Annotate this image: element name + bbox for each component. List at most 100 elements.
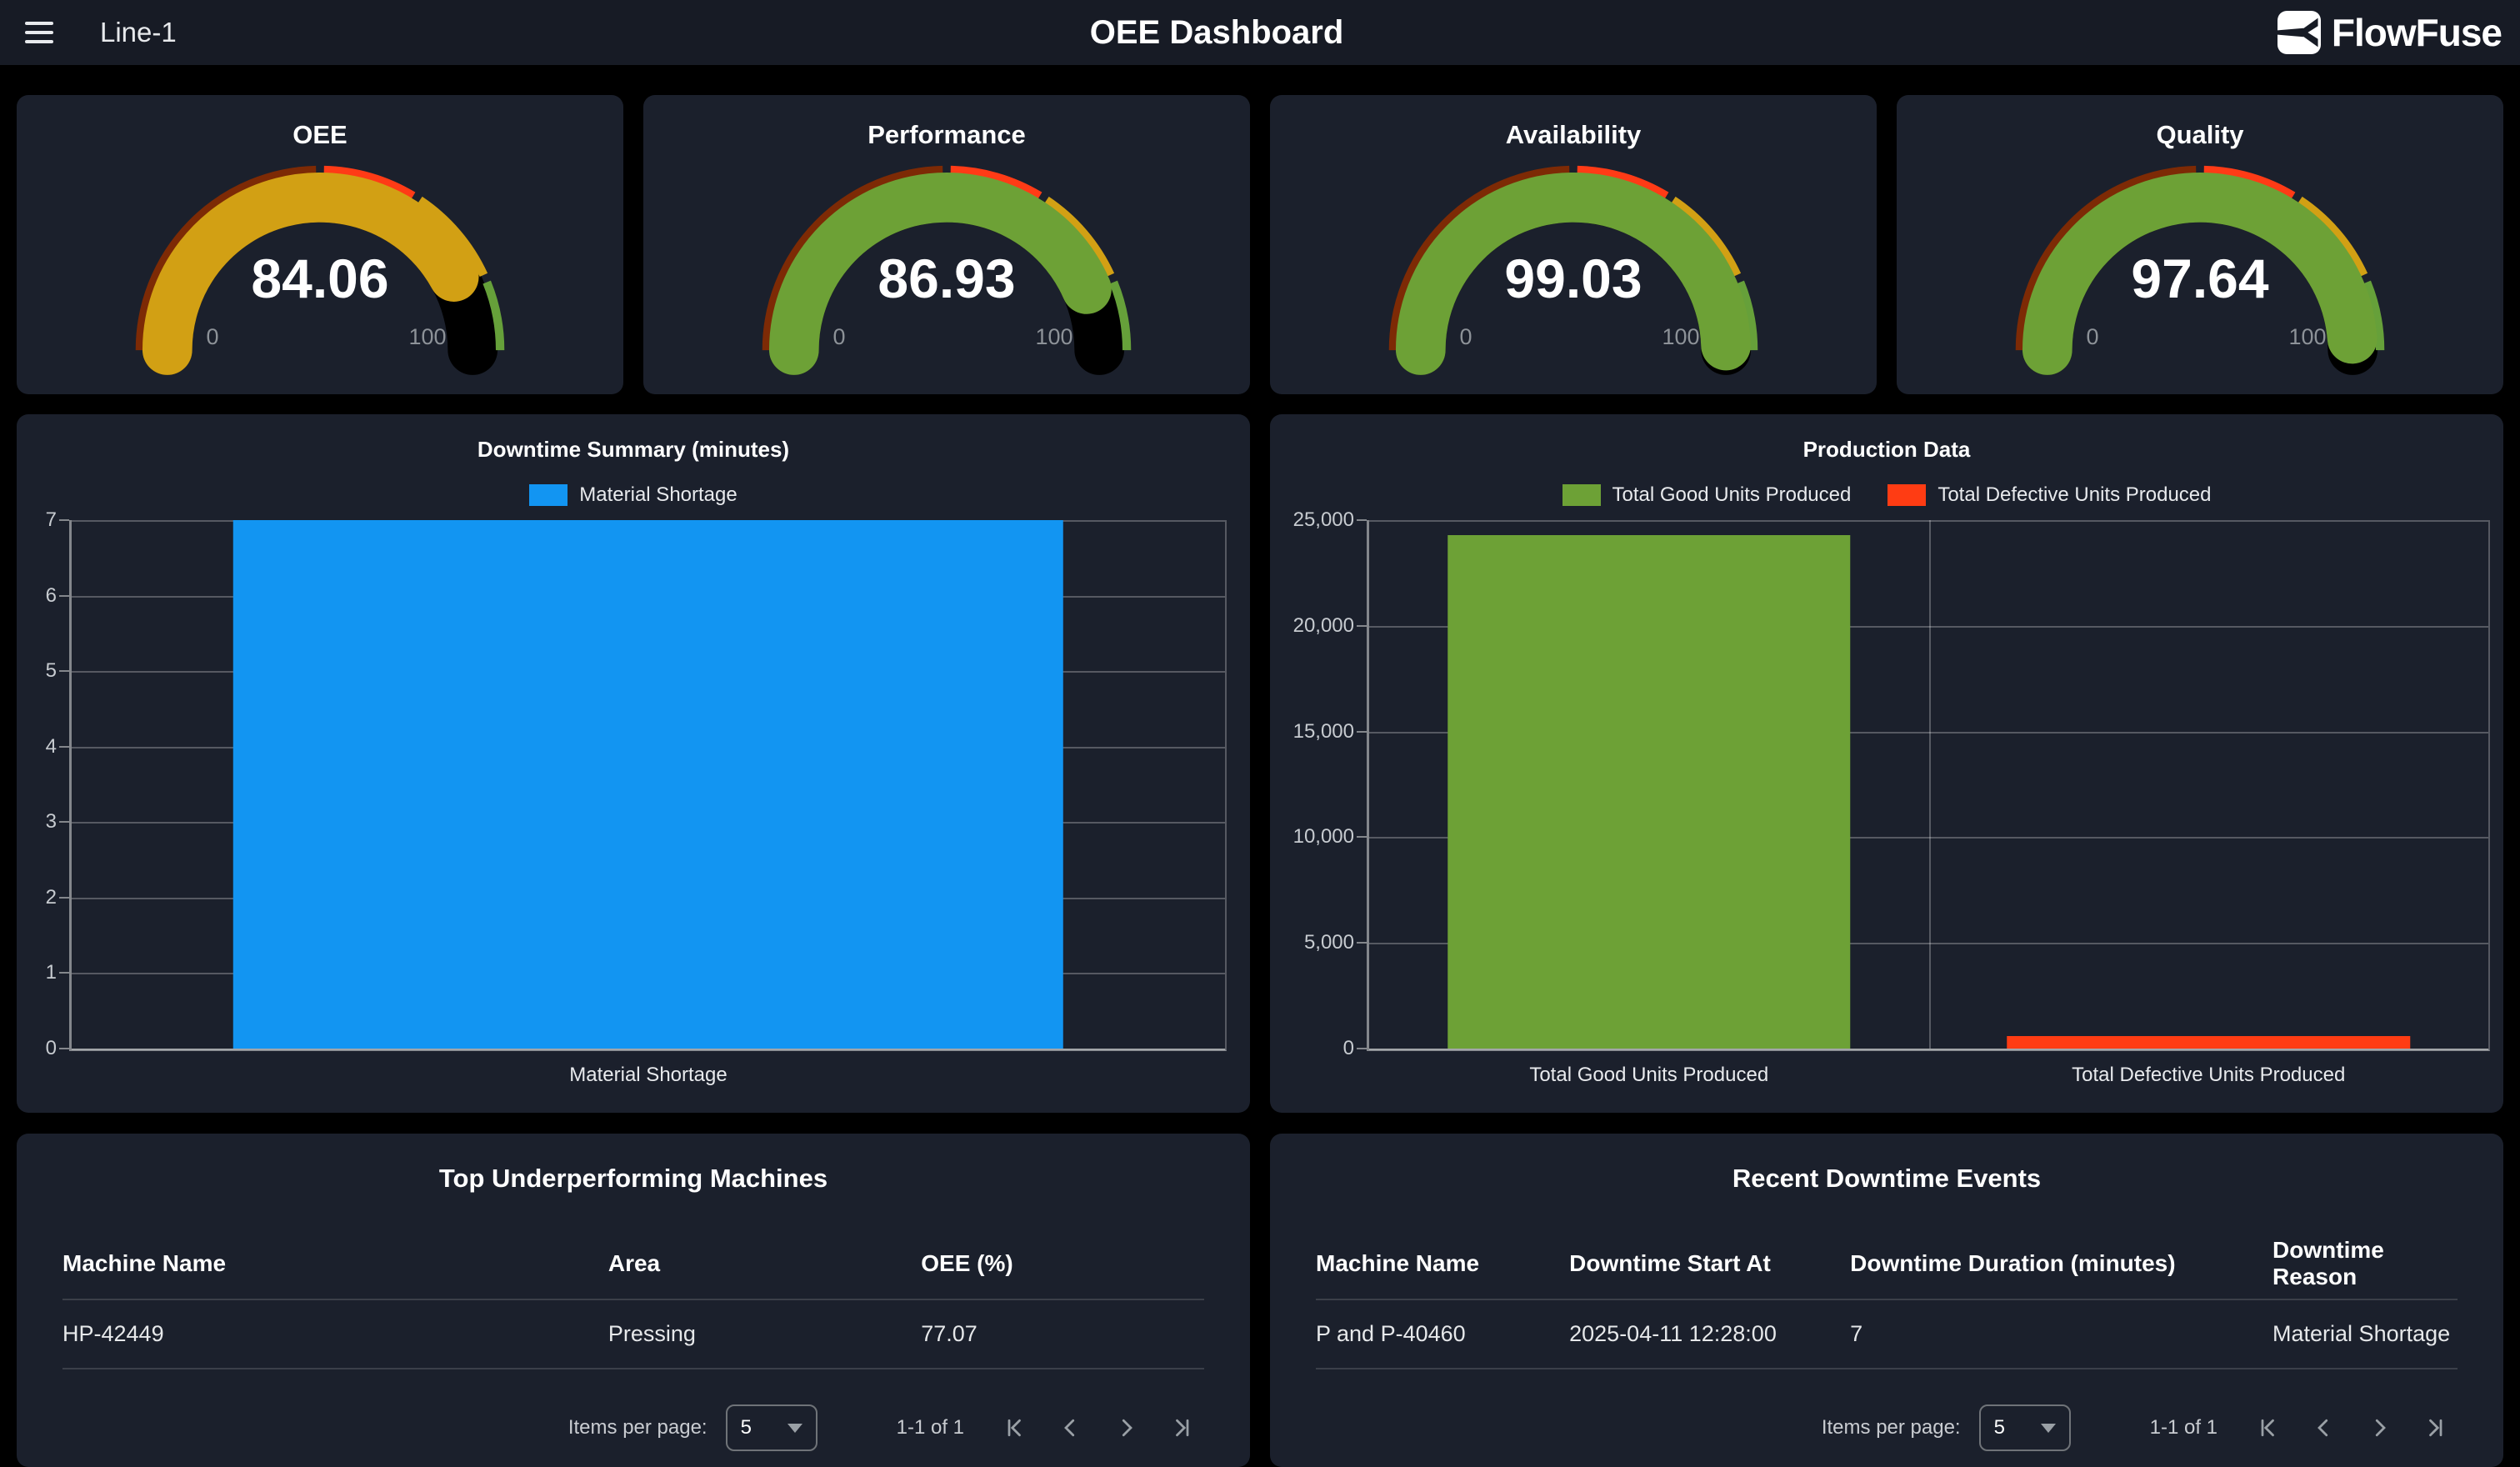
previous-page-button[interactable] — [1058, 1415, 1082, 1440]
pagination: Items per page: 5 1-1 of 1 — [62, 1394, 1204, 1461]
performance-gauge-card: Performance 86.93 0 100 — [643, 95, 1250, 394]
last-page-button[interactable] — [1171, 1415, 1196, 1440]
gauge-max-label: 100 — [1021, 325, 1088, 348]
last-page-button[interactable] — [2424, 1415, 2449, 1440]
axis-tick — [1357, 731, 1367, 733]
table-title: Recent Downtime Events — [1316, 1134, 2458, 1195]
column-header: Downtime Start At — [1569, 1250, 1850, 1277]
x-axis-category-label: Material Shortage — [569, 1064, 727, 1087]
y-axis-tick-label: 5,000 — [1304, 931, 1354, 954]
gauge-min-label: 0 — [1432, 325, 1499, 348]
gauge-value: 99.03 — [1270, 251, 1877, 306]
table-header: Machine NameAreaOEE (%) — [62, 1229, 1204, 1300]
axis-tick — [59, 897, 69, 899]
axis-tick — [1357, 836, 1367, 838]
column-header: Downtime Reason — [2272, 1237, 2458, 1290]
legend-swatch — [1562, 484, 1601, 506]
chart-plot-area: 76543210Material Shortage — [69, 520, 1227, 1051]
next-page-button[interactable] — [1114, 1415, 1139, 1440]
chart-legend: Material Shortage — [17, 481, 1250, 509]
page-range-label: 1-1 of 1 — [897, 1416, 964, 1439]
legend-item[interactable]: Total Good Units Produced — [1562, 483, 1852, 507]
column-header: Area — [608, 1250, 921, 1277]
chart-title: Production Data — [1270, 414, 2503, 463]
underperforming-machines-card: Top Underperforming Machines Machine Nam… — [17, 1134, 1250, 1467]
axis-tick — [59, 746, 69, 748]
y-axis-tick-label: 6 — [46, 584, 57, 608]
legend-swatch — [529, 484, 568, 506]
bar-total-defective-units-produced — [2008, 1036, 2410, 1049]
gauge-max-label: 100 — [2274, 325, 2341, 348]
table-title: Top Underperforming Machines — [62, 1134, 1204, 1195]
gauge-row: OEE 84.06 0 100 Performance 86.93 0 100 … — [17, 95, 2503, 394]
x-axis-category-label: Total Defective Units Produced — [2072, 1064, 2345, 1087]
table-body: P and P-404602025-04-11 12:28:007Materia… — [1316, 1300, 2458, 1369]
y-axis-tick-label: 3 — [46, 810, 57, 834]
legend-label: Total Good Units Produced — [1612, 483, 1852, 507]
flowfuse-logo: FlowFuse — [2278, 0, 2502, 65]
flowfuse-logo-text: FlowFuse — [2332, 10, 2502, 55]
gauge-max-label: 100 — [1648, 325, 1714, 348]
previous-page-button[interactable] — [2311, 1415, 2336, 1440]
items-per-page-select[interactable]: 5 — [1979, 1404, 2071, 1451]
axis-tick — [1357, 625, 1367, 627]
y-axis-tick-label: 15,000 — [1293, 720, 1354, 744]
axis-tick — [59, 519, 69, 521]
app-header: Line-1 OEE Dashboard FlowFuse — [0, 0, 2520, 65]
axis-tick — [59, 670, 69, 672]
first-page-button[interactable] — [2254, 1415, 2279, 1440]
first-page-button[interactable] — [1001, 1415, 1026, 1440]
legend-item[interactable]: Material Shortage — [529, 483, 737, 507]
y-axis-tick-label: 4 — [46, 735, 57, 759]
dropdown-caret-icon — [2041, 1424, 2056, 1433]
column-header: Machine Name — [62, 1250, 608, 1277]
gauge-value: 86.93 — [643, 251, 1250, 306]
column-header: Machine Name — [1316, 1250, 1569, 1277]
items-per-page-value: 5 — [1994, 1416, 2005, 1439]
column-header: Downtime Duration (minutes) — [1850, 1250, 2272, 1277]
items-per-page-value: 5 — [741, 1416, 752, 1439]
dropdown-caret-icon — [788, 1424, 802, 1433]
items-per-page-label: Items per page: — [1822, 1416, 1961, 1439]
legend-label: Total Defective Units Produced — [1938, 483, 2211, 507]
axis-tick — [59, 1048, 69, 1049]
category-gridline — [1929, 520, 1931, 1049]
legend-item[interactable]: Total Defective Units Produced — [1888, 483, 2211, 507]
y-axis-tick-label: 2 — [46, 886, 57, 909]
pagination: Items per page: 5 1-1 of 1 — [1316, 1394, 2458, 1461]
pagination-nav — [1001, 1415, 1196, 1440]
chart-plot-area: 25,00020,00015,00010,0005,0000Total Good… — [1367, 520, 2490, 1051]
recent-downtime-events-card: Recent Downtime Events Machine NameDownt… — [1270, 1134, 2503, 1467]
gridline — [72, 1049, 1225, 1050]
column-header: OEE (%) — [921, 1250, 1204, 1277]
gauge-value: 97.64 — [1897, 251, 2503, 306]
gauge-min-label: 0 — [179, 325, 246, 348]
table-row: Top Underperforming Machines Machine Nam… — [17, 1134, 2503, 1467]
bar-material-shortage — [233, 520, 1063, 1049]
legend-swatch — [1888, 484, 1926, 506]
axis-tick — [1357, 1048, 1367, 1049]
y-axis-tick-label: 25,000 — [1293, 508, 1354, 532]
flowfuse-logo-icon — [2278, 11, 2321, 54]
table-cell: 77.07 — [921, 1321, 1204, 1347]
next-page-button[interactable] — [2368, 1415, 2392, 1440]
gauge-title: OEE — [17, 95, 623, 150]
items-per-page-select[interactable]: 5 — [726, 1404, 818, 1451]
chart-row: Downtime Summary (minutes) Material Shor… — [17, 414, 2503, 1113]
gauge-title: Availability — [1270, 95, 1877, 150]
y-axis-tick-label: 0 — [46, 1037, 57, 1060]
gauge-min-label: 0 — [2059, 325, 2126, 348]
gauge-value: 84.06 — [17, 251, 623, 306]
gridline — [1369, 1049, 2488, 1050]
gauge-max-label: 100 — [394, 325, 461, 348]
gauge-title: Performance — [643, 95, 1250, 150]
y-axis-tick-label: 5 — [46, 659, 57, 683]
table-cell: HP-42449 — [62, 1321, 608, 1347]
axis-tick — [59, 595, 69, 597]
table-cell: 2025-04-11 12:28:00 — [1569, 1321, 1850, 1347]
legend-label: Material Shortage — [579, 483, 737, 507]
table-row: HP-42449Pressing77.07 — [62, 1300, 1204, 1369]
production-data-chart-card: Production Data Total Good Units Produce… — [1270, 414, 2503, 1113]
y-axis-tick-label: 0 — [1343, 1037, 1354, 1060]
x-axis-category-label: Total Good Units Produced — [1529, 1064, 1768, 1087]
